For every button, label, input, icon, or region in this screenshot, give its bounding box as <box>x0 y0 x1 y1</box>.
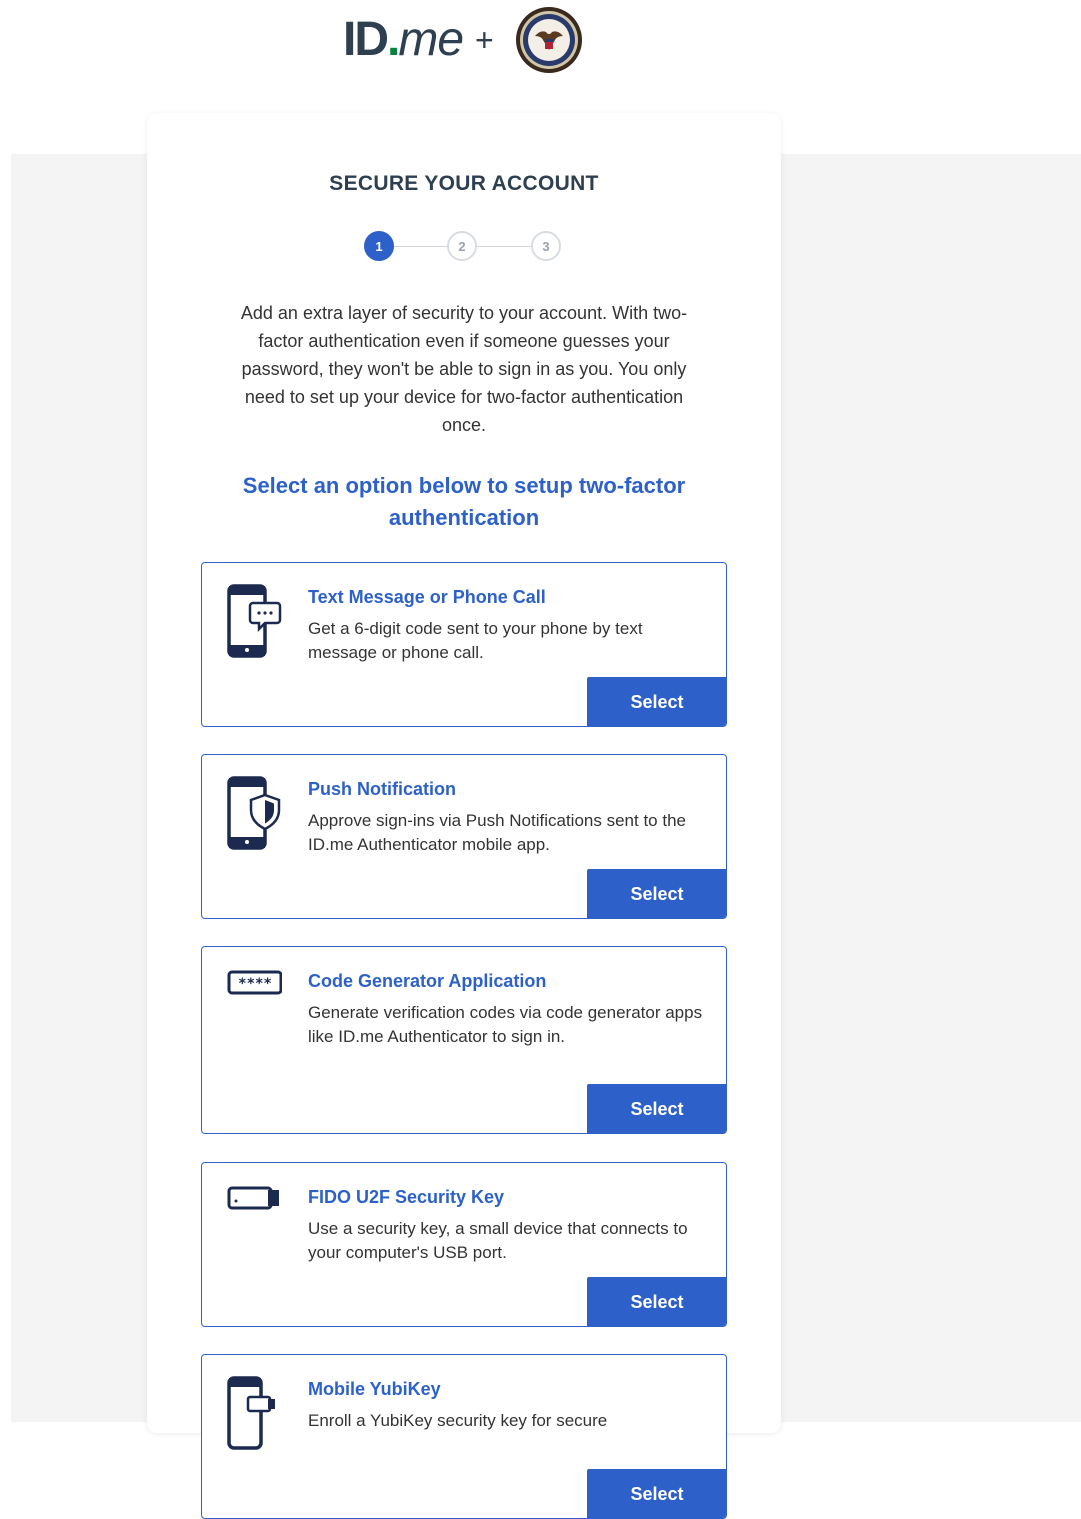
option-title: FIDO U2F Security Key <box>308 1187 505 1207</box>
idme-logo-dot: . <box>387 13 400 66</box>
select-button-code-generator[interactable]: Select <box>587 1084 726 1133</box>
option-description: Get a 6-digit code sent to your phone by… <box>308 619 643 662</box>
step-1: 1 <box>364 231 394 261</box>
phone-usb-key-icon <box>227 1376 275 1450</box>
page-title: SECURE YOUR ACCOUNT <box>329 172 599 195</box>
options-heading: Select an option below to setup two-fact… <box>242 473 686 530</box>
svg-text:****: **** <box>238 976 272 992</box>
option-title: Mobile YubiKey <box>308 1379 441 1399</box>
option-description: Generate verification codes via code gen… <box>308 1003 703 1046</box>
idme-logo-id: ID <box>343 13 389 66</box>
intro-text: Add an extra layer of security to your a… <box>240 303 688 435</box>
password-code-icon: **** <box>227 970 282 995</box>
option-description: Enroll a YubiKey security key for secure <box>308 1411 608 1430</box>
phone-message-icon <box>227 584 282 658</box>
option-title: Text Message or Phone Call <box>308 587 546 607</box>
progress-stepper: 1 2 3 <box>364 231 566 265</box>
option-title: Push Notification <box>308 779 456 799</box>
idme-logo-me: me <box>398 13 464 66</box>
option-description: Use a security key, a small device that … <box>308 1219 688 1262</box>
option-text-message[interactable]: Text Message or Phone Call Get a 6-digit… <box>201 562 727 727</box>
step-3: 3 <box>531 231 561 261</box>
option-code-generator[interactable]: **** Code Generator Application Generate… <box>201 946 727 1134</box>
step-connector <box>394 246 447 247</box>
select-button-text-message[interactable]: Select <box>587 677 726 726</box>
option-mobile-yubikey[interactable]: Mobile YubiKey Enroll a YubiKey security… <box>201 1354 727 1519</box>
option-title: Code Generator Application <box>308 971 547 991</box>
va-seal-icon <box>516 7 582 73</box>
step-2: 2 <box>447 231 477 261</box>
idme-logo: ID. me <box>343 13 464 66</box>
option-description: Approve sign-ins via Push Notifications … <box>308 811 686 854</box>
step-connector <box>477 246 531 247</box>
select-button-push-notification[interactable]: Select <box>587 869 726 918</box>
phone-shield-icon <box>227 776 281 850</box>
option-push-notification[interactable]: Push Notification Approve sign-ins via P… <box>201 754 727 919</box>
select-button-mobile-yubikey[interactable]: Select <box>587 1469 726 1518</box>
logo-plus: + <box>475 22 494 58</box>
usb-key-icon <box>227 1186 279 1210</box>
option-fido-security-key[interactable]: FIDO U2F Security Key Use a security key… <box>201 1162 727 1327</box>
select-button-fido-key[interactable]: Select <box>587 1277 726 1326</box>
header: ID. me + <box>0 0 1081 92</box>
